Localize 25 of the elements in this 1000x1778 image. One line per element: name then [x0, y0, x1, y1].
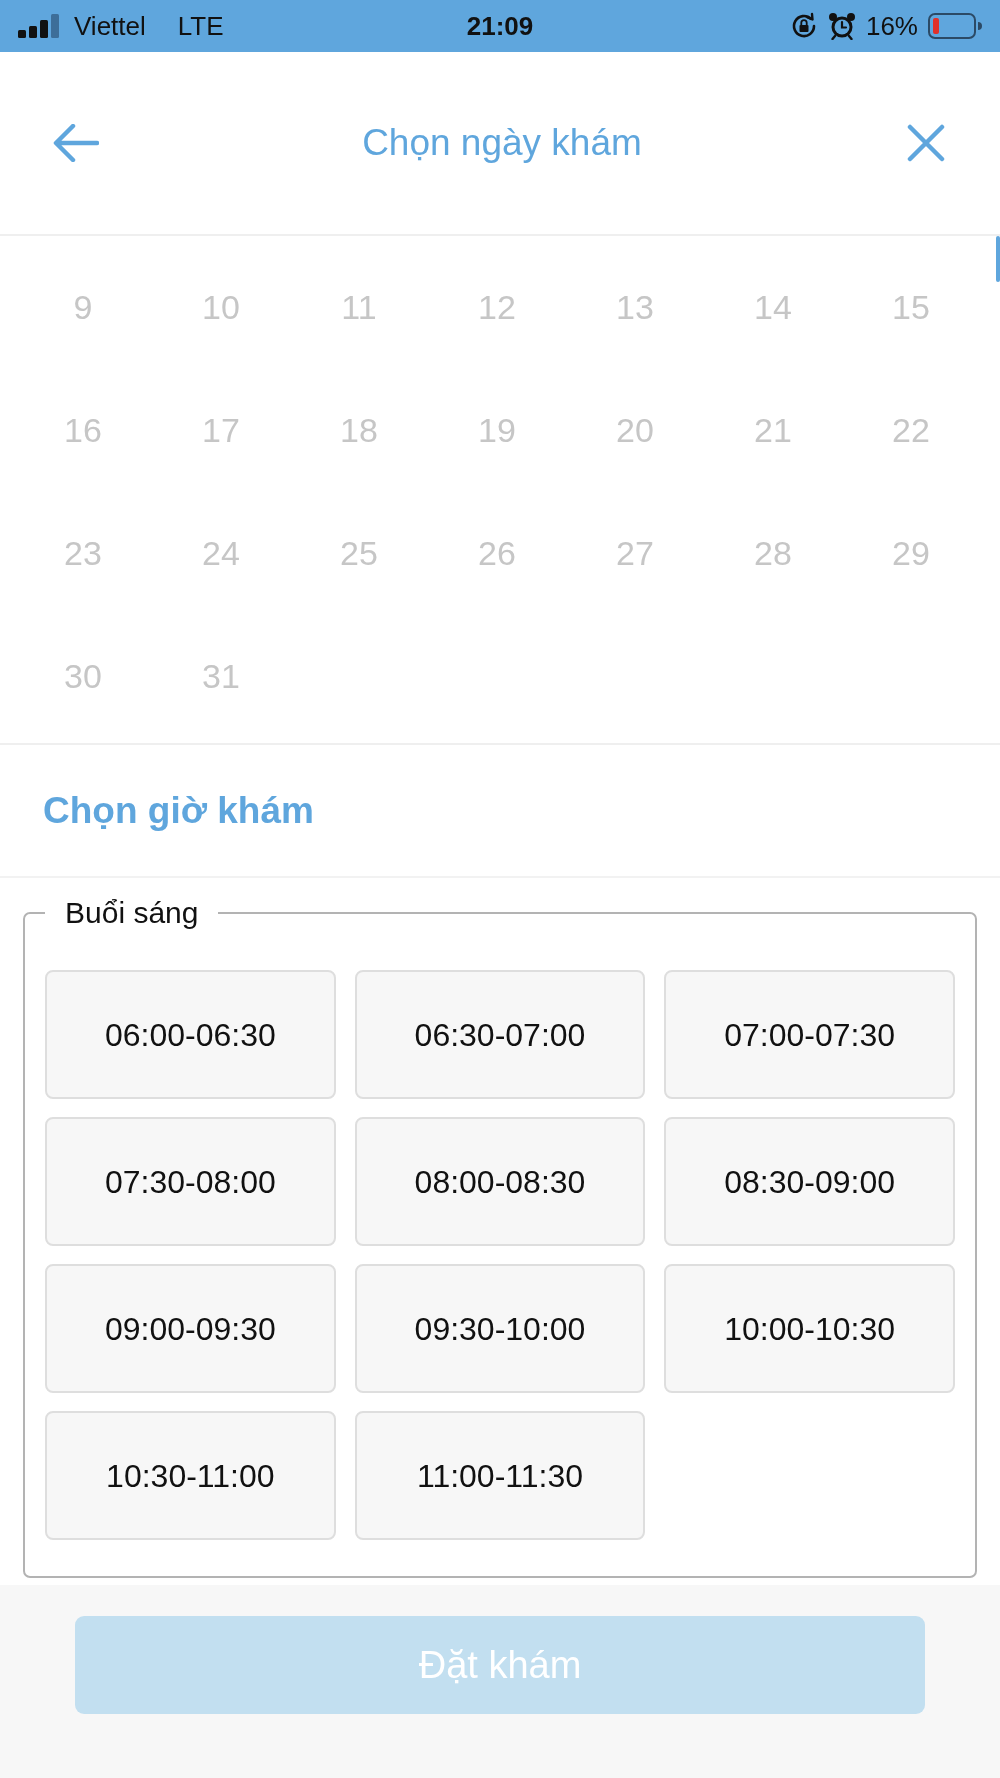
- scroll-indicator: [996, 236, 1000, 282]
- time-slot-button[interactable]: 06:30-07:00: [354, 970, 646, 1099]
- time-slot-button[interactable]: 08:00-08:30: [354, 1117, 646, 1246]
- time-slot-button[interactable]: 09:30-10:00: [354, 1264, 646, 1393]
- network-type: LTE: [177, 9, 224, 43]
- back-arrow-icon: [53, 124, 99, 162]
- time-slot-button[interactable]: 10:30-11:00: [45, 1411, 336, 1540]
- alarm-clock-icon: [827, 12, 856, 40]
- time-slot-button[interactable]: 10:00-10:30: [664, 1264, 955, 1393]
- time-slot-button[interactable]: 07:00-07:30: [664, 970, 955, 1099]
- signal-icon: [18, 14, 62, 38]
- back-button[interactable]: [52, 123, 100, 163]
- page-title: Chọn ngày khám: [362, 121, 642, 166]
- carrier-name: Viettel: [74, 9, 146, 43]
- time-slot-button[interactable]: 09:00-09:30: [45, 1264, 336, 1393]
- time-slot-button[interactable]: 11:00-11:30: [354, 1411, 646, 1540]
- group-label: Buổi sáng: [64, 896, 200, 930]
- time-slot-button[interactable]: 06:00-06:30: [45, 970, 336, 1099]
- time-slot-button[interactable]: 08:30-09:00: [664, 1117, 955, 1246]
- section-title: Chọn giờ khám: [43, 788, 314, 833]
- battery-percent: 16%: [865, 9, 918, 43]
- battery-icon: [928, 13, 982, 39]
- time-slot-button[interactable]: 07:30-08:00: [45, 1117, 336, 1246]
- status-time: 21:09: [466, 9, 534, 43]
- close-icon: [907, 124, 945, 162]
